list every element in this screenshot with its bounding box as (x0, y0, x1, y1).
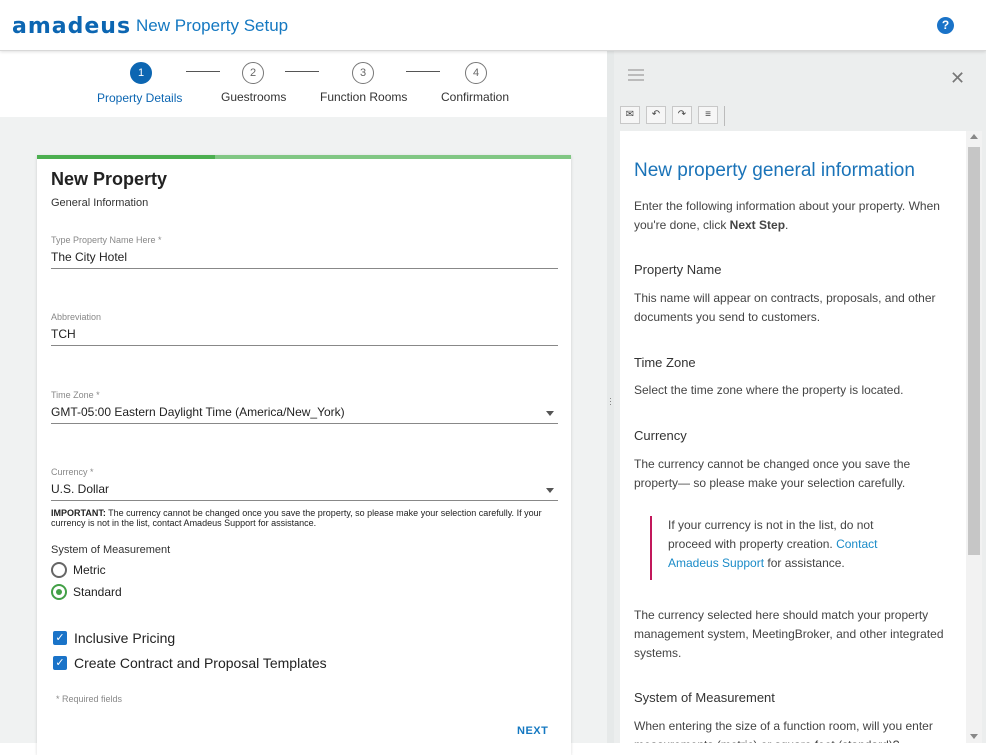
step-1-indicator[interactable]: 1 (130, 62, 152, 84)
step-connector (406, 71, 440, 72)
step-connector (186, 71, 220, 72)
time-zone-select[interactable]: GMT-05:00 Eastern Daylight Time (America… (51, 402, 558, 424)
help-scrollbar[interactable] (966, 131, 982, 743)
hamburger-menu-icon[interactable] (628, 69, 644, 84)
help-content: New property general information Enter t… (620, 131, 966, 743)
currency-note-bold: IMPORTANT: (51, 508, 106, 518)
currency-select[interactable]: U.S. Dollar (51, 479, 558, 501)
inclusive-pricing-checkbox[interactable]: ✓ Inclusive Pricing (53, 630, 253, 647)
form-progress-fill (37, 155, 215, 159)
abbreviation-field[interactable]: Abbreviation TCH (51, 312, 558, 346)
system-of-measurement-label: System of Measurement (51, 544, 171, 556)
step-1-label[interactable]: Property Details (97, 91, 182, 105)
currency-callout: If your currency is not in the list, do … (650, 516, 920, 580)
list-icon[interactable]: ≡ (698, 106, 718, 124)
radio-standard[interactable]: Standard (51, 584, 171, 602)
currency-note: IMPORTANT: The currency cannot be change… (51, 508, 561, 528)
create-templates-label[interactable]: Create Contract and Proposal Templates (74, 655, 327, 671)
undo-icon[interactable]: ↶ (646, 106, 666, 124)
step-connector (285, 71, 319, 72)
help-heading-system: System of Measurement (634, 690, 775, 705)
form-title: New Property (51, 169, 168, 189)
setup-main: 1 2 3 4 Property Details Guestrooms Func… (0, 51, 607, 755)
inclusive-pricing-label[interactable]: Inclusive Pricing (74, 630, 175, 646)
property-name-field[interactable]: Type Property Name Here * The City Hotel (51, 235, 558, 269)
help-panel: ✕ ✉ ↶ ↷ ≡ New property general informati… (614, 51, 986, 743)
chevron-down-icon[interactable] (546, 411, 554, 416)
currency-label: Currency * (51, 467, 94, 477)
step-2-label[interactable]: Guestrooms (221, 90, 286, 104)
property-form-card: New Property General Information Type Pr… (37, 155, 571, 755)
radio-metric-label[interactable]: Metric (73, 563, 106, 577)
drag-handle-icon[interactable]: · · · (609, 394, 612, 409)
next-button[interactable]: NEXT (517, 725, 548, 737)
help-text-system: When entering the size of a function roo… (634, 719, 933, 743)
radio-button[interactable] (51, 562, 67, 578)
help-heading-time-zone: Time Zone (634, 355, 696, 370)
form-subtitle: General Information (51, 197, 149, 209)
help-text-currency-match: The currency selected here should match … (634, 608, 944, 660)
abbreviation-input[interactable]: TCH (51, 324, 558, 346)
property-name-label: Type Property Name Here * (51, 235, 162, 245)
radio-metric[interactable]: Metric (51, 562, 171, 580)
mail-icon[interactable]: ✉ (620, 106, 640, 124)
required-fields-note: * Required fields (56, 694, 123, 704)
checkbox-checked-icon[interactable]: ✓ (53, 631, 67, 645)
app-title: New Property Setup (136, 16, 289, 35)
help-intro: Enter the following information about yo… (634, 199, 940, 232)
scroll-up-arrow-icon[interactable] (970, 134, 978, 139)
step-4-indicator[interactable]: 4 (465, 62, 487, 84)
help-text-time-zone: Select the time zone where the property … (634, 383, 904, 397)
form-progress-bar (37, 155, 571, 159)
help-text-currency: The currency cannot be changed once you … (634, 457, 911, 490)
stepper: 1 2 3 4 Property Details Guestrooms Func… (0, 51, 607, 117)
currency-note-text: The currency cannot be changed once you … (51, 508, 542, 528)
close-icon[interactable]: ✕ (950, 68, 965, 89)
step-2-indicator[interactable]: 2 (242, 62, 264, 84)
amadeus-logo[interactable]: amadeus (12, 14, 131, 39)
currency-value: U.S. Dollar (51, 482, 110, 496)
help-heading-property-name: Property Name (634, 262, 722, 277)
currency-field[interactable]: Currency * U.S. Dollar (51, 467, 558, 501)
redo-icon[interactable]: ↷ (672, 106, 692, 124)
app-header: amadeus New Property Setup ? (0, 0, 986, 51)
property-name-input[interactable]: The City Hotel (51, 247, 558, 269)
scroll-down-arrow-icon[interactable] (970, 734, 978, 739)
step-3-indicator[interactable]: 3 (352, 62, 374, 84)
help-heading-currency: Currency (634, 428, 687, 443)
radio-standard-label[interactable]: Standard (73, 585, 122, 599)
step-4-label[interactable]: Confirmation (441, 90, 509, 104)
step-3-label[interactable]: Function Rooms (320, 90, 407, 104)
toolbar-divider (724, 106, 725, 126)
help-title: New property general information (634, 160, 915, 181)
scrollbar-thumb[interactable] (968, 147, 980, 555)
create-templates-checkbox[interactable]: ✓ Create Contract and Proposal Templates (53, 655, 373, 672)
radio-button-selected[interactable] (51, 584, 67, 600)
chevron-down-icon[interactable] (546, 488, 554, 493)
help-text-property-name: This name will appear on contracts, prop… (634, 291, 936, 324)
help-icon[interactable]: ? (937, 17, 954, 34)
panel-splitter[interactable]: · · · (607, 51, 614, 743)
checkbox-checked-icon[interactable]: ✓ (53, 656, 67, 670)
abbreviation-label: Abbreviation (51, 312, 102, 322)
time-zone-label: Time Zone * (51, 390, 100, 400)
time-zone-value: GMT-05:00 Eastern Daylight Time (America… (51, 405, 345, 419)
time-zone-field[interactable]: Time Zone * GMT-05:00 Eastern Daylight T… (51, 390, 558, 424)
